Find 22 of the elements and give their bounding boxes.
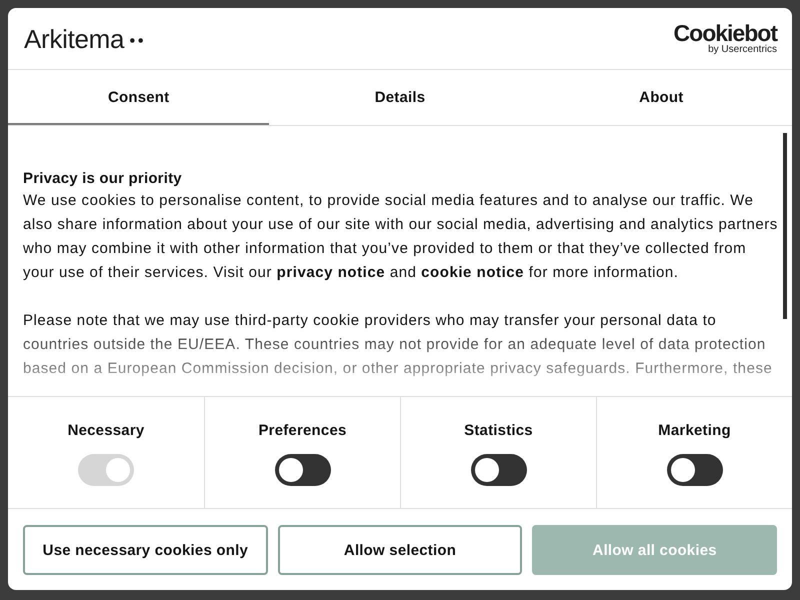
notice-link[interactable]: cookie notice bbox=[421, 264, 524, 281]
tab[interactable]: Consent bbox=[8, 70, 270, 125]
logo-dots-icon bbox=[130, 38, 144, 43]
toggle-switch[interactable] bbox=[666, 454, 722, 486]
toggle-switch[interactable] bbox=[470, 454, 526, 486]
category-label: Necessary bbox=[68, 421, 144, 441]
tab[interactable]: About bbox=[530, 70, 792, 125]
brand-logo: Arkitema bbox=[24, 24, 124, 54]
provider-byline: by Usercentrics bbox=[708, 44, 777, 56]
notice-link[interactable]: privacy notice bbox=[276, 264, 386, 281]
scrollbar-thumb[interactable] bbox=[783, 133, 787, 319]
tab[interactable]: Details bbox=[269, 70, 531, 125]
consent-paragraph: We use cookies to personalise content, to provide social media features and to analyse our traffic. We also share information about your use of our site with our social media, advertising and analytics partners who may combine it with other information that you’ve provided to them or that they’ve collected from your use of their services. Visit our privacy notice and cookie notice for more information. bbox=[23, 191, 779, 283]
provider-logo: Cookiebot bbox=[674, 22, 777, 44]
toggle-switch[interactable] bbox=[274, 454, 330, 486]
category-label: Marketing bbox=[658, 421, 731, 441]
category-label: Preferences bbox=[258, 421, 347, 441]
choice-button[interactable]: Allow selection bbox=[278, 525, 522, 575]
choice-button[interactable]: Use necessary cookies only bbox=[23, 525, 268, 575]
category-label: Statistics bbox=[464, 421, 533, 441]
section-heading: Privacy is our priority bbox=[23, 169, 183, 189]
consent-paragraph: Please note that we may use third-party cookie providers who may transfer your personal data to countries outside the EU/EEA. These countries may not provide for an adequate level of data protection based on a European Commission decision, or other appropriate privacy safeguards. Furthermore, these bbox=[23, 311, 774, 379]
